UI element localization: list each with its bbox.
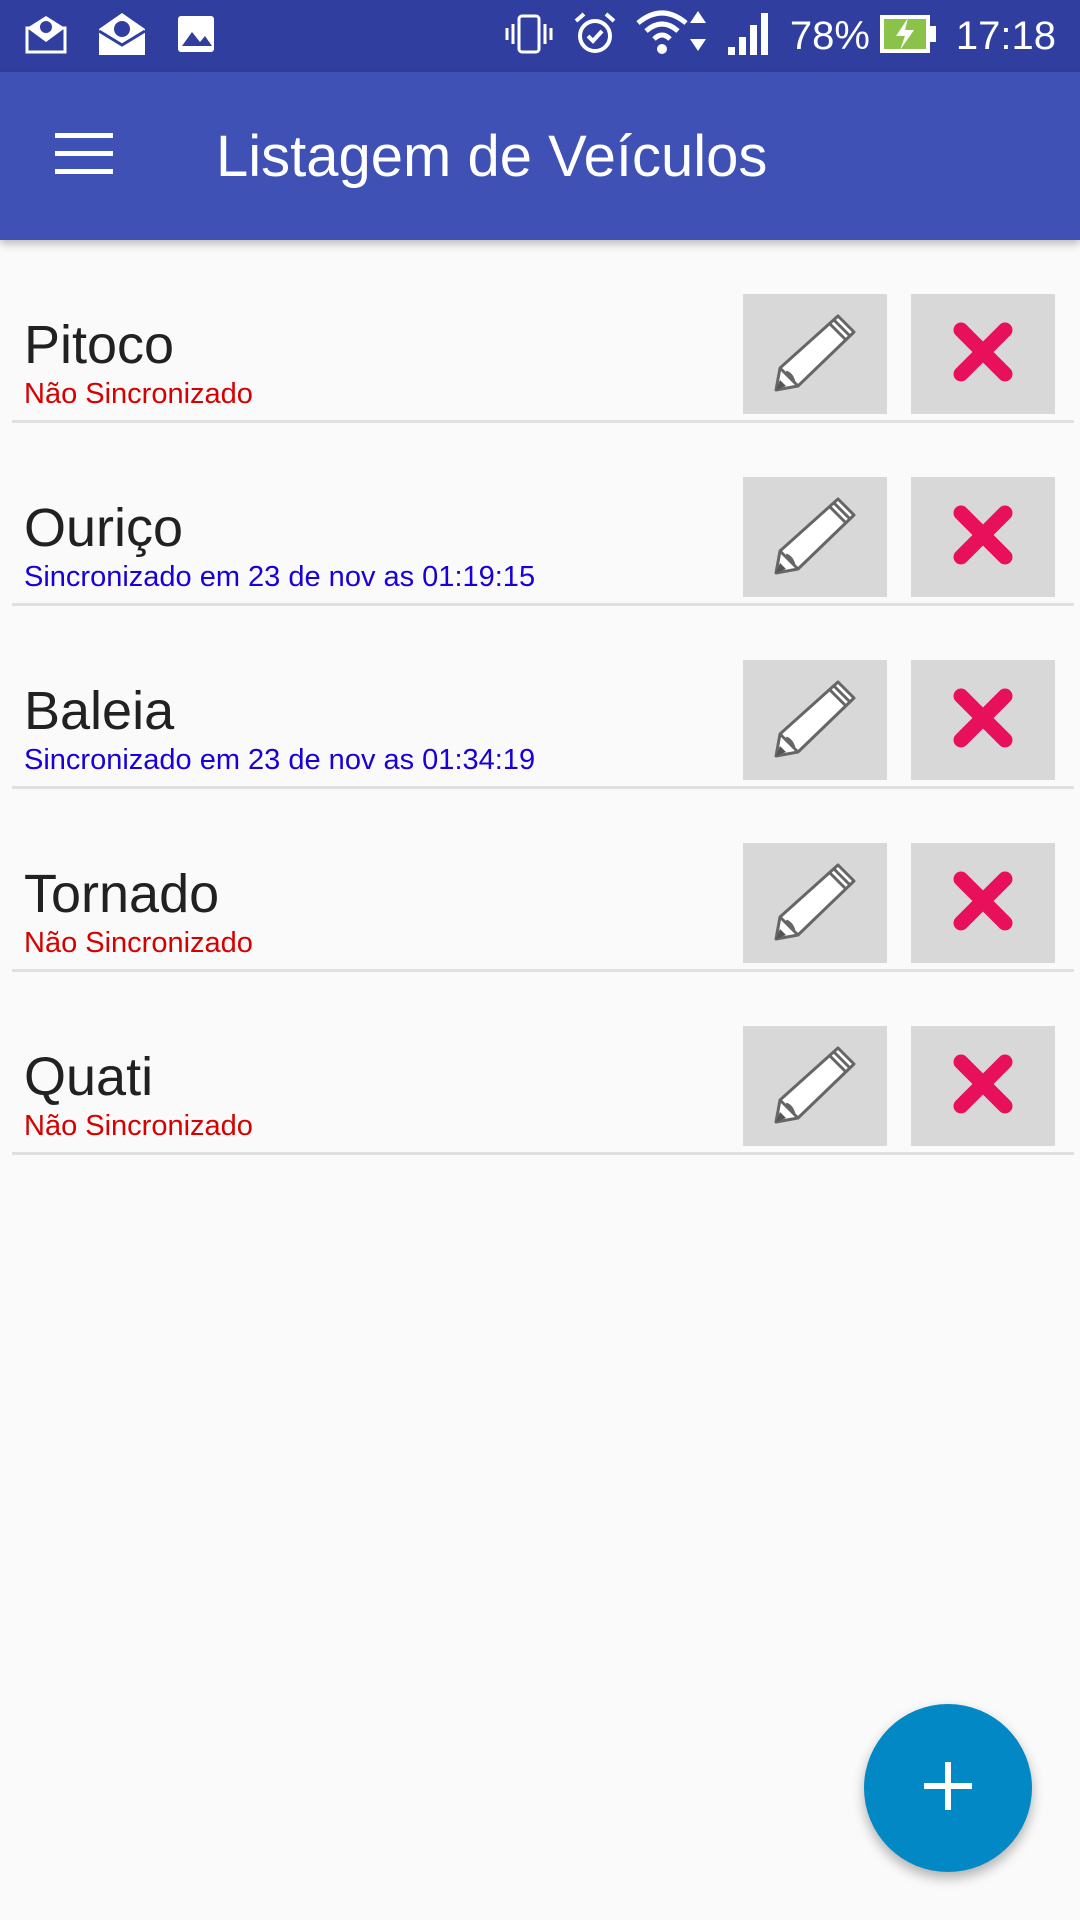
delete-button[interactable] — [911, 843, 1055, 963]
clock: 17:18 — [955, 13, 1056, 58]
close-x-icon — [951, 1052, 1015, 1121]
app-bar: Listagem de Veículos — [0, 72, 1080, 240]
edit-button[interactable] — [743, 477, 887, 597]
close-x-icon — [951, 320, 1015, 389]
vehicle-name: Baleia — [24, 681, 175, 741]
sync-status: Sincronizado em 23 de nov as 01:19:15 — [24, 561, 536, 593]
alarm-icon — [572, 11, 618, 62]
pencil-icon — [772, 861, 858, 946]
menu-button[interactable] — [34, 106, 134, 206]
pencil-icon — [772, 312, 858, 397]
page-title: Listagem de Veículos — [216, 123, 768, 189]
wifi-icon — [636, 9, 708, 64]
vehicle-list: Pitoco Não Sincronizado Ouriço Sincroniz… — [0, 240, 1080, 1155]
sync-status: Sincronizado em 23 de nov as 01:34:19 — [24, 744, 536, 776]
delete-button[interactable] — [911, 1026, 1055, 1146]
add-vehicle-button[interactable] — [864, 1704, 1032, 1872]
edit-button[interactable] — [743, 660, 887, 780]
edit-button[interactable] — [743, 843, 887, 963]
vibrate-icon — [504, 12, 554, 61]
battery-charging-icon — [878, 12, 938, 61]
sync-status: Não Sincronizado — [24, 378, 253, 410]
list-item: Pitoco Não Sincronizado — [0, 240, 1080, 423]
vehicle-name: Quati — [24, 1047, 154, 1107]
delete-button[interactable] — [911, 294, 1055, 414]
hamburger-menu-icon — [55, 132, 113, 180]
sync-status: Não Sincronizado — [24, 927, 253, 959]
pencil-icon — [772, 678, 858, 763]
divider — [12, 1152, 1074, 1155]
close-x-icon — [951, 503, 1015, 572]
list-item: Ouriço Sincronizado em 23 de nov as 01:1… — [0, 423, 1080, 606]
vehicle-name: Pitoco — [24, 315, 175, 375]
system-icons: 78% 17:18 — [504, 9, 1056, 64]
mail-b-icon — [24, 14, 68, 59]
close-x-icon — [951, 869, 1015, 938]
edit-button[interactable] — [743, 294, 887, 414]
sync-status: Não Sincronizado — [24, 1110, 253, 1142]
vehicle-name: Ouriço — [24, 498, 184, 558]
battery-percent: 78% — [789, 13, 870, 58]
pencil-icon — [772, 1044, 858, 1129]
list-item: Tornado Não Sincronizado — [0, 789, 1080, 972]
list-item: Baleia Sincronizado em 23 de nov as 01:3… — [0, 606, 1080, 789]
list-item: Quati Não Sincronizado — [0, 972, 1080, 1155]
signal-icon — [726, 11, 772, 62]
mail-b-open-icon — [96, 11, 148, 62]
vehicle-name: Tornado — [24, 864, 220, 924]
notification-icons — [24, 11, 216, 62]
pencil-icon — [772, 495, 858, 580]
plus-icon — [922, 1760, 974, 1817]
edit-button[interactable] — [743, 1026, 887, 1146]
close-x-icon — [951, 686, 1015, 755]
delete-button[interactable] — [911, 660, 1055, 780]
image-icon — [176, 14, 216, 59]
delete-button[interactable] — [911, 477, 1055, 597]
status-bar: 78% 17:18 — [0, 0, 1080, 72]
